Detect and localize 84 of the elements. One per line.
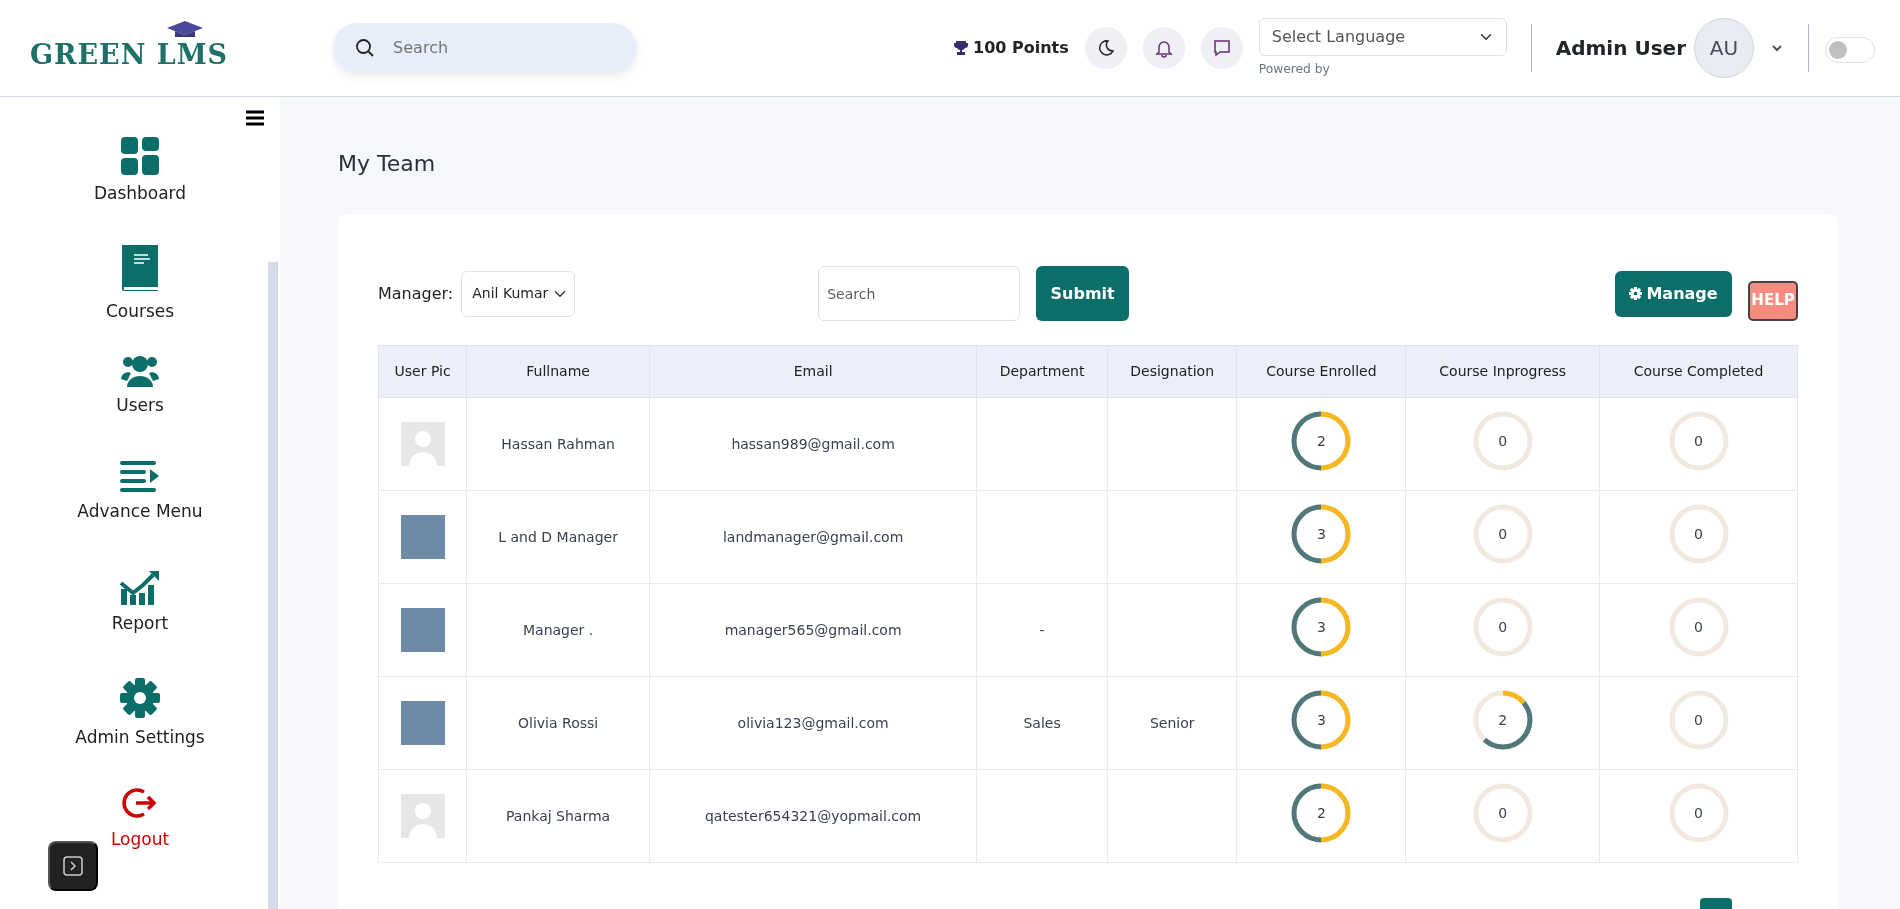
column-header: User Pic [378, 345, 467, 398]
count-label: 3 [1316, 617, 1326, 637]
count-label: 2 [1316, 431, 1326, 451]
list-arrow-icon [120, 461, 160, 493]
table-cell: olivia123@gmail.com [737, 714, 889, 731]
sidebar-item[interactable]: Courses [105, 245, 175, 353]
column-header: Course Completed [1599, 345, 1798, 398]
logo[interactable]: GREEN LMS [30, 20, 229, 76]
theme-button[interactable] [1084, 27, 1127, 69]
powered-by-label: Powered by [1258, 60, 1331, 78]
column-header: Course Enrolled [1236, 345, 1406, 398]
sidebar-item[interactable]: Report [111, 569, 169, 677]
message-button[interactable] [1200, 27, 1243, 69]
grid-icon [121, 137, 159, 175]
search-icon [355, 38, 376, 58]
count-label: 0 [1694, 710, 1703, 730]
avatar-silhouette [400, 422, 445, 466]
manager-select[interactable]: Anil Kumar [461, 270, 576, 317]
count-label: 0 [1498, 524, 1508, 544]
scrollbar[interactable] [268, 262, 278, 909]
table-cell: - [1039, 621, 1045, 638]
search-field[interactable]: Search [818, 266, 1021, 321]
manage-button[interactable]: Manage [1615, 270, 1732, 317]
moon-icon [1096, 39, 1115, 57]
table-cell: Pankaj Sharma [506, 807, 611, 824]
sidebar-item[interactable]: Users [116, 353, 164, 461]
count-label: 3 [1316, 524, 1326, 544]
column-header: Department [976, 345, 1108, 398]
book-icon [120, 245, 160, 293]
sidebar-item[interactable]: Admin Settings [75, 677, 205, 785]
sidebar-item[interactable]: Dashboard [93, 137, 187, 245]
table-cell: Hassan Rahman [501, 435, 615, 452]
avatar-silhouette [400, 794, 445, 838]
photo-placeholder [400, 701, 445, 745]
user-name: Admin User [1555, 35, 1686, 62]
table-cell: Sales [1023, 714, 1061, 731]
submit-button[interactable]: Submit [1036, 266, 1130, 321]
count-label: 0 [1498, 431, 1508, 451]
trophy-icon [953, 40, 969, 56]
table-cell: qatester654321@yopmail.com [705, 807, 922, 824]
column-header: Email [649, 345, 977, 398]
bell-icon [1153, 38, 1174, 58]
count-label: 3 [1316, 710, 1326, 730]
table-cell: Manager . [522, 621, 594, 638]
table-cell: Senior [1149, 714, 1195, 731]
gear-icon [1629, 287, 1643, 300]
count-label: 0 [1498, 617, 1508, 637]
points-label: 100 Points [973, 37, 1069, 59]
search-bar[interactable]: Search [333, 23, 638, 73]
sidebar-item[interactable]: Advance Menu [77, 461, 203, 569]
photo-placeholder [400, 608, 445, 652]
chat-icon [1211, 38, 1232, 58]
count-label: 0 [1694, 431, 1703, 451]
gear-icon [119, 677, 161, 719]
count-label: 0 [1694, 524, 1703, 544]
table-cell: hassan989@gmail.com [731, 435, 895, 452]
people-icon [121, 353, 159, 387]
sidebar-item[interactable]: Logout [110, 785, 170, 893]
ring-fill [1482, 690, 1533, 750]
column-header: Designation [1107, 345, 1237, 398]
count-label: 2 [1316, 803, 1326, 823]
count-label: 2 [1498, 710, 1508, 730]
manager-label: Manager: [378, 282, 454, 305]
table-cell: Olivia Rossi [518, 714, 599, 731]
photo-placeholder [400, 515, 445, 559]
expand-button[interactable] [48, 841, 98, 891]
user-avatar[interactable]: AU [1694, 18, 1754, 78]
count-label: 0 [1694, 803, 1703, 823]
column-header: Fullname [466, 345, 650, 398]
chart-icon [119, 569, 161, 605]
column-header: Course Inprogress [1405, 345, 1600, 398]
table-cell: landmanager@gmail.com [722, 528, 904, 545]
search-input[interactable]: Search [391, 35, 612, 61]
panel-toggle-icon [63, 856, 83, 876]
notification-button[interactable] [1142, 27, 1185, 69]
table-cell: manager565@gmail.com [724, 621, 902, 638]
count-label: 0 [1694, 617, 1703, 637]
logout-icon [122, 785, 158, 821]
graduation-cap-icon [167, 20, 203, 39]
count-label: 0 [1498, 803, 1508, 823]
table-cell: L and D Manager [498, 528, 618, 545]
page-title: My Team [338, 150, 437, 178]
language-select[interactable]: Select Language [1258, 17, 1507, 56]
theme-switch[interactable] [1825, 36, 1875, 63]
